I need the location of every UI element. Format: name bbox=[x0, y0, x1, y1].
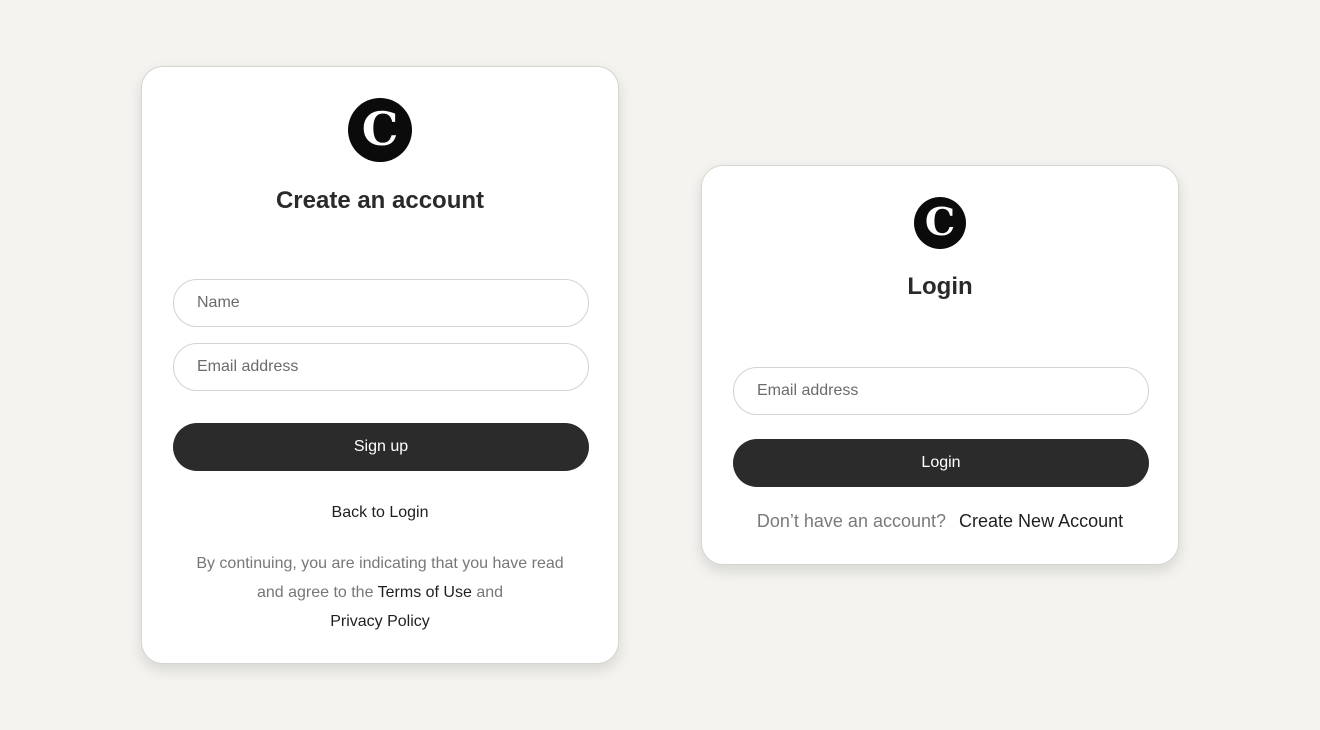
brand-logo-letter: C bbox=[924, 199, 956, 244]
brand-logo-icon: C bbox=[348, 98, 412, 162]
login-footer: Don’t have an account? Create New Accoun… bbox=[702, 511, 1178, 532]
login-button[interactable]: Login bbox=[733, 439, 1149, 487]
login-email-input[interactable] bbox=[733, 367, 1149, 415]
name-input[interactable] bbox=[173, 279, 589, 327]
signup-card: C Create an account Sign up Back to Logi… bbox=[141, 66, 619, 664]
signup-title: Create an account bbox=[275, 187, 485, 214]
back-to-login-link[interactable]: Back to Login bbox=[332, 504, 429, 521]
legal-notice: By continuing, you are indicating that y… bbox=[182, 549, 578, 636]
login-card: C Login Login Don’t have an account? Cre… bbox=[701, 165, 1179, 565]
login-title: Login bbox=[907, 273, 973, 300]
back-to-login-container: Back to Login bbox=[142, 504, 618, 522]
legal-text-middle: and bbox=[476, 584, 504, 601]
brand-logo-icon: C bbox=[914, 197, 966, 249]
create-new-account-link[interactable]: Create New Account bbox=[959, 511, 1123, 531]
brand-logo-letter: C bbox=[361, 102, 399, 156]
signup-email-input[interactable] bbox=[173, 343, 589, 391]
sign-up-button[interactable]: Sign up bbox=[173, 423, 589, 471]
no-account-text: Don’t have an account? bbox=[756, 511, 947, 531]
terms-of-use-link[interactable]: Terms of Use bbox=[378, 584, 472, 601]
privacy-policy-link[interactable]: Privacy Policy bbox=[330, 613, 430, 630]
